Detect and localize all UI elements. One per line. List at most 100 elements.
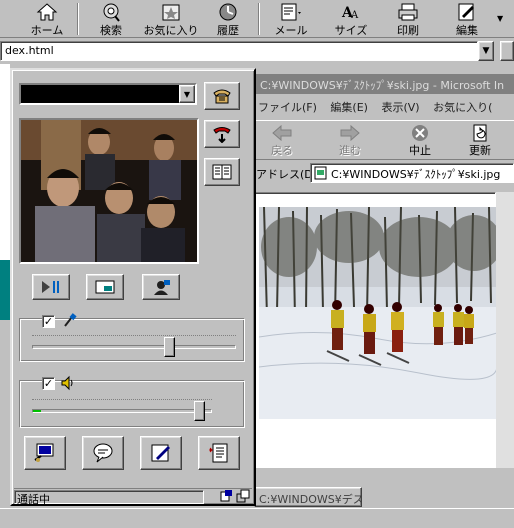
mail-icon (281, 3, 301, 21)
file-transfer-icon (209, 443, 228, 463)
ie-vertical-scrollbar[interactable] (496, 192, 514, 468)
microphone-volume-thumb[interactable] (163, 337, 175, 357)
camera-switch-button[interactable] (142, 274, 180, 300)
search-button[interactable]: 検索 (88, 1, 134, 37)
back-label: 戻る (271, 144, 293, 157)
ie-nav-toolbar: 戻る 進む 中止 更新 (252, 120, 514, 160)
font-size-icon: AA (341, 5, 359, 21)
page-strip (0, 64, 10, 260)
microphone-group: ✓ (19, 313, 245, 362)
edit-button[interactable]: 編集 (444, 1, 490, 37)
netmeeting-window: ▼ ✓ ✓ 通話中 (10, 68, 256, 506)
toolbar-more-icon[interactable]: ▼ (497, 14, 503, 23)
forward-arrow-icon (340, 124, 360, 142)
ie-address-value: C:¥WINDOWS¥ﾃﾞｽｸﾄｯﾌﾟ¥ski.jpg (331, 168, 501, 181)
history-button[interactable]: 履歴 (208, 1, 248, 37)
chevron-down-icon[interactable]: ▼ (179, 85, 195, 103)
ie-address-bar: アドレス(D) C:¥WINDOWS¥ﾃﾞｽｸﾄｯﾌﾟ¥ski.jpg (252, 162, 514, 184)
forward-label: 進む (339, 144, 361, 157)
home-button[interactable]: ホーム (22, 1, 72, 37)
speaker-checkbox[interactable]: ✓ (42, 377, 55, 390)
window-strip (0, 320, 10, 506)
microphone-icon (64, 313, 77, 327)
hang-up-icon (213, 127, 231, 143)
mail-button[interactable]: メール (268, 1, 314, 37)
hang-up-button[interactable] (204, 120, 240, 148)
browser-address-row: dex.html ▼ (0, 40, 514, 64)
ie-menu-bar: ファイル(F) 編集(E) 表示(V) お気に入り( (252, 96, 514, 116)
back-arrow-icon (272, 124, 292, 142)
favorites-button[interactable]: お気に入り (140, 1, 202, 37)
edit-icon (458, 3, 474, 21)
browser-toolbar: ホーム 検索 お気に入り 履歴 メール AA サイズ 印刷 編集 ▼ (0, 0, 514, 38)
print-icon (398, 3, 418, 21)
menu-view[interactable]: 表示(V) (381, 101, 419, 114)
chat-icon (93, 443, 113, 463)
svg-text:A: A (350, 10, 359, 21)
ski-photo (259, 207, 497, 419)
edit-label: 編集 (456, 24, 478, 37)
page-icon (314, 166, 327, 180)
address-go-button[interactable] (500, 41, 514, 61)
search-label: 検索 (100, 24, 122, 37)
search-icon (103, 3, 120, 22)
refresh-icon (473, 124, 487, 142)
play-pause-button[interactable] (32, 274, 70, 300)
ie-window: C:¥WINDOWS¥ﾃﾞｽｸﾄｯﾌﾟ¥ski.jpg - Microsoft … (252, 74, 514, 486)
font-size-label: サイズ (334, 24, 368, 37)
history-label: 履歴 (217, 24, 239, 37)
menu-edit[interactable]: 編集(E) (330, 101, 368, 114)
share-program-button[interactable] (24, 436, 66, 470)
favorites-icon (162, 4, 180, 21)
mail-label: メール (274, 24, 308, 37)
picture-in-picture-button[interactable] (86, 274, 124, 300)
print-label: 印刷 (397, 24, 419, 37)
history-icon (219, 3, 237, 21)
microphone-checkbox[interactable]: ✓ (42, 315, 55, 328)
print-button[interactable]: 印刷 (388, 1, 428, 37)
place-call-button[interactable] (204, 82, 240, 110)
menu-favorites[interactable]: お気に入り( (433, 101, 492, 114)
taskbar-ie-button[interactable]: C:¥WINDOWS¥デスク... (254, 487, 362, 507)
refresh-label: 更新 (469, 144, 491, 157)
whiteboard-icon (151, 444, 170, 462)
home-label: ホーム (30, 24, 64, 37)
speaker-ticks (32, 399, 212, 401)
share-program-icon (34, 443, 54, 462)
ie-address-input[interactable]: C:¥WINDOWS¥ﾃﾞｽｸﾄｯﾌﾟ¥ski.jpg (310, 163, 514, 183)
place-call-icon (213, 89, 231, 104)
address-dropdown-button[interactable]: ▼ (478, 41, 494, 61)
address-label: アドレス(D) (256, 168, 318, 181)
ie-page-content (252, 192, 497, 468)
stop-label: 中止 (409, 144, 431, 157)
whiteboard-button[interactable] (140, 436, 182, 470)
video-window[interactable] (19, 118, 199, 264)
directory-icon (212, 164, 232, 180)
menu-file[interactable]: ファイル(F) (258, 101, 317, 114)
refresh-button[interactable]: 更新 (458, 124, 502, 158)
stop-button[interactable]: 中止 (398, 124, 442, 158)
directory-button[interactable] (204, 158, 240, 186)
home-icon (36, 3, 58, 21)
speaker-volume-track[interactable] (32, 409, 212, 413)
chat-button[interactable] (82, 436, 124, 470)
back-button[interactable]: 戻る (260, 124, 304, 158)
forward-button[interactable]: 進む (328, 124, 372, 158)
speaker-volume-thumb[interactable] (194, 401, 206, 421)
netmeeting-status-bar: 通話中 (14, 488, 252, 506)
call-address-combo[interactable]: ▼ (19, 83, 197, 105)
camera-switch-icon (154, 280, 170, 295)
stop-icon (412, 125, 428, 141)
file-transfer-button[interactable] (198, 436, 240, 470)
speaker-level-bar (33, 410, 41, 412)
status-strip (0, 508, 514, 528)
play-pause-icon (42, 281, 59, 293)
microphone-volume-track[interactable] (32, 345, 236, 349)
users-icon (236, 489, 250, 503)
ie-window-title[interactable]: C:¥WINDOWS¥ﾃﾞｽｸﾄｯﾌﾟ¥ski.jpg - Microsoft … (252, 74, 514, 94)
font-size-button[interactable]: AA サイズ (328, 1, 374, 37)
favorites-label: お気に入り (143, 24, 199, 37)
microphone-ticks (32, 335, 236, 337)
browser-address-input[interactable]: dex.html (0, 41, 478, 61)
picture-in-picture-icon (95, 280, 115, 294)
